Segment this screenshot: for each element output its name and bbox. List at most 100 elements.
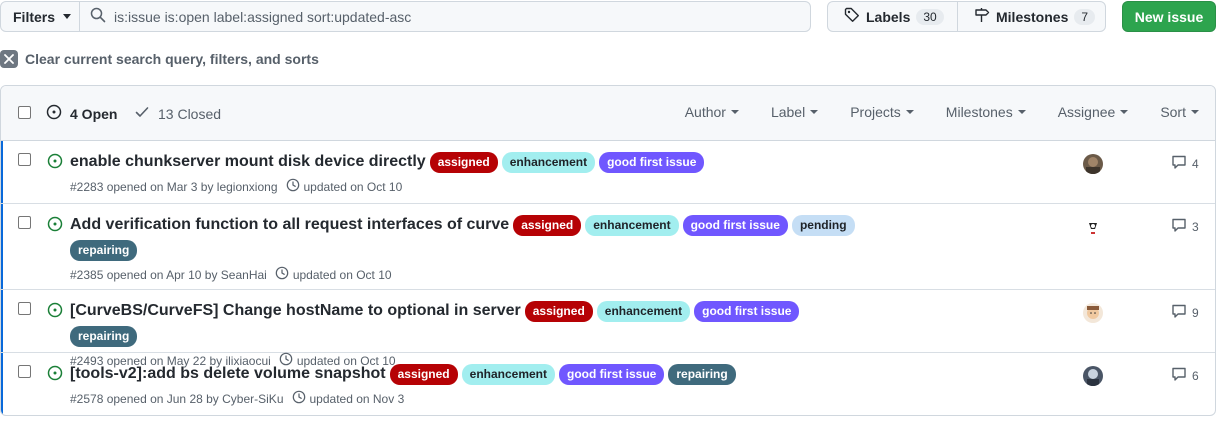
projects-filter-menu[interactable]: Projects [850,104,914,120]
issue-opened-text: #2578 opened on Jun 28 by Cyber-SiKu [70,391,284,406]
chevron-down-icon [1120,110,1129,114]
issue-updated-text: updated on Nov 3 [309,391,405,406]
comment-icon [1171,303,1187,322]
issue-checkbox[interactable] [18,216,31,229]
issue-title-link[interactable]: [CurveBS/CurveFS] Change hostName to opt… [70,300,521,322]
issues-list-header: 4 Open 13 Closed Author Label Projects M… [1,86,1215,141]
closed-issues-tab[interactable]: 13 Closed [134,104,221,123]
issue-label[interactable]: repairing [668,363,736,385]
issue-label[interactable]: pending [791,214,855,236]
issue-checkbox[interactable] [18,153,31,166]
issue-opened-icon [47,153,63,172]
new-issue-button[interactable]: New issue [1122,1,1216,32]
tag-icon [844,7,860,26]
issue-label[interactable]: assigned [389,363,458,385]
menu-label: Author [684,104,726,120]
row-accent-bar [1,353,3,415]
chevron-down-icon [905,110,914,114]
issue-rows: enable chunkserver mount disk device dir… [1,141,1215,415]
issue-opened-icon [47,302,63,321]
comment-icon [1171,154,1187,173]
open-issues-tab[interactable]: 4 Open [46,104,117,123]
menu-label: Projects [850,104,901,120]
assignee-filter-menu[interactable]: Assignee [1058,104,1129,120]
labels-button[interactable]: Labels 30 [828,2,957,31]
issue-opened-text: #2283 opened on Mar 3 by legionxiong [70,179,278,194]
issue-checkbox[interactable] [18,365,31,378]
search-input[interactable] [114,8,774,25]
filters-dropdown-button[interactable]: Filters [0,1,80,32]
labels-button-label: Labels [866,8,911,25]
milestone-icon [974,7,990,26]
clear-filters-label: Clear current search query, filters, and… [25,51,319,67]
close-icon [0,50,18,68]
assignee-avatar[interactable] [1083,366,1103,386]
menu-label: Label [770,104,806,120]
issue-row[interactable]: enable chunkserver mount disk device dir… [1,141,1215,204]
comments-link[interactable]: 9 [1171,303,1199,322]
author-filter-menu[interactable]: Author [685,104,739,120]
issue-label[interactable]: enhancement [585,214,679,236]
issue-search-box[interactable] [79,1,811,32]
issue-meta: #2385 opened on Apr 10 by SeanHai update… [70,266,870,283]
comments-link[interactable]: 4 [1171,154,1199,173]
row-accent-bar [1,141,3,203]
issue-label[interactable]: assigned [524,300,593,322]
issue-label[interactable]: repairing [70,326,138,347]
chevron-down-icon [1191,110,1199,114]
milestones-filter-menu[interactable]: Milestones [946,104,1026,120]
comment-count: 4 [1192,156,1199,171]
assignee-avatar[interactable] [1083,217,1103,237]
issue-title-link[interactable]: Add verification function to all request… [70,214,509,236]
chevron-down-icon [63,14,72,19]
sort-menu[interactable]: Sort [1160,104,1199,120]
issue-label[interactable]: enhancement [461,363,555,385]
milestones-button-label: Milestones [996,8,1069,25]
issue-updated-text: updated on Oct 10 [303,179,403,194]
issue-title-link[interactable]: [tools-v2]:add bs delete volume snapshot [70,363,386,385]
issue-label[interactable]: good first issue [559,363,665,385]
labels-milestones-group: Labels 30 Milestones 7 [827,1,1106,32]
chevron-down-icon [730,110,739,114]
comment-icon [1171,217,1187,236]
issue-title-line: [tools-v2]:add bs delete volume snapshot… [70,363,870,385]
milestones-count: 7 [1074,8,1096,25]
issue-label[interactable]: good first issue [682,214,788,236]
issue-label[interactable]: assigned [513,214,582,236]
issue-label[interactable]: good first issue [599,151,705,173]
comment-icon [1171,366,1187,385]
clear-filters-link[interactable]: Clear current search query, filters, and… [0,49,319,69]
issue-label[interactable]: enhancement [501,151,596,173]
issue-label[interactable]: good first issue [694,300,800,322]
assignee-avatar[interactable] [1083,303,1103,323]
check-icon [134,104,150,123]
filters-label: Filters [13,8,56,25]
assignee-avatar[interactable] [1083,154,1103,174]
open-count: 4 Open [70,105,118,122]
label-filter-menu[interactable]: Label [770,104,819,120]
chevron-down-icon [1017,110,1026,114]
comments-link[interactable]: 3 [1171,217,1199,236]
issue-content: Add verification function to all request… [70,214,870,283]
issue-opened-text: #2385 opened on Apr 10 by SeanHai [70,267,267,282]
issue-opened-icon [47,216,63,235]
select-all-checkbox[interactable] [18,106,31,119]
labels-count: 30 [916,8,944,25]
comment-count: 3 [1192,219,1199,234]
issue-row[interactable]: Add verification function to all request… [1,204,1215,290]
issue-opened-icon [47,365,63,384]
search-icon [90,7,106,26]
issue-row[interactable]: [CurveBS/CurveFS] Change hostName to opt… [1,290,1215,368]
chevron-down-icon [810,110,819,114]
comments-link[interactable]: 6 [1171,366,1199,385]
issue-label[interactable]: enhancement [596,300,691,322]
issue-title-line: Add verification function to all request… [70,214,870,261]
issue-label[interactable]: repairing [70,240,138,261]
issue-checkbox[interactable] [18,302,31,315]
milestones-button[interactable]: Milestones 7 [957,2,1105,31]
issue-row[interactable]: [tools-v2]:add bs delete volume snapshot… [1,353,1215,415]
issue-title-link[interactable]: enable chunkserver mount disk device dir… [70,151,426,173]
issue-label[interactable]: assigned [429,151,498,173]
clock-icon [292,390,306,407]
menu-label: Milestones [945,104,1013,120]
